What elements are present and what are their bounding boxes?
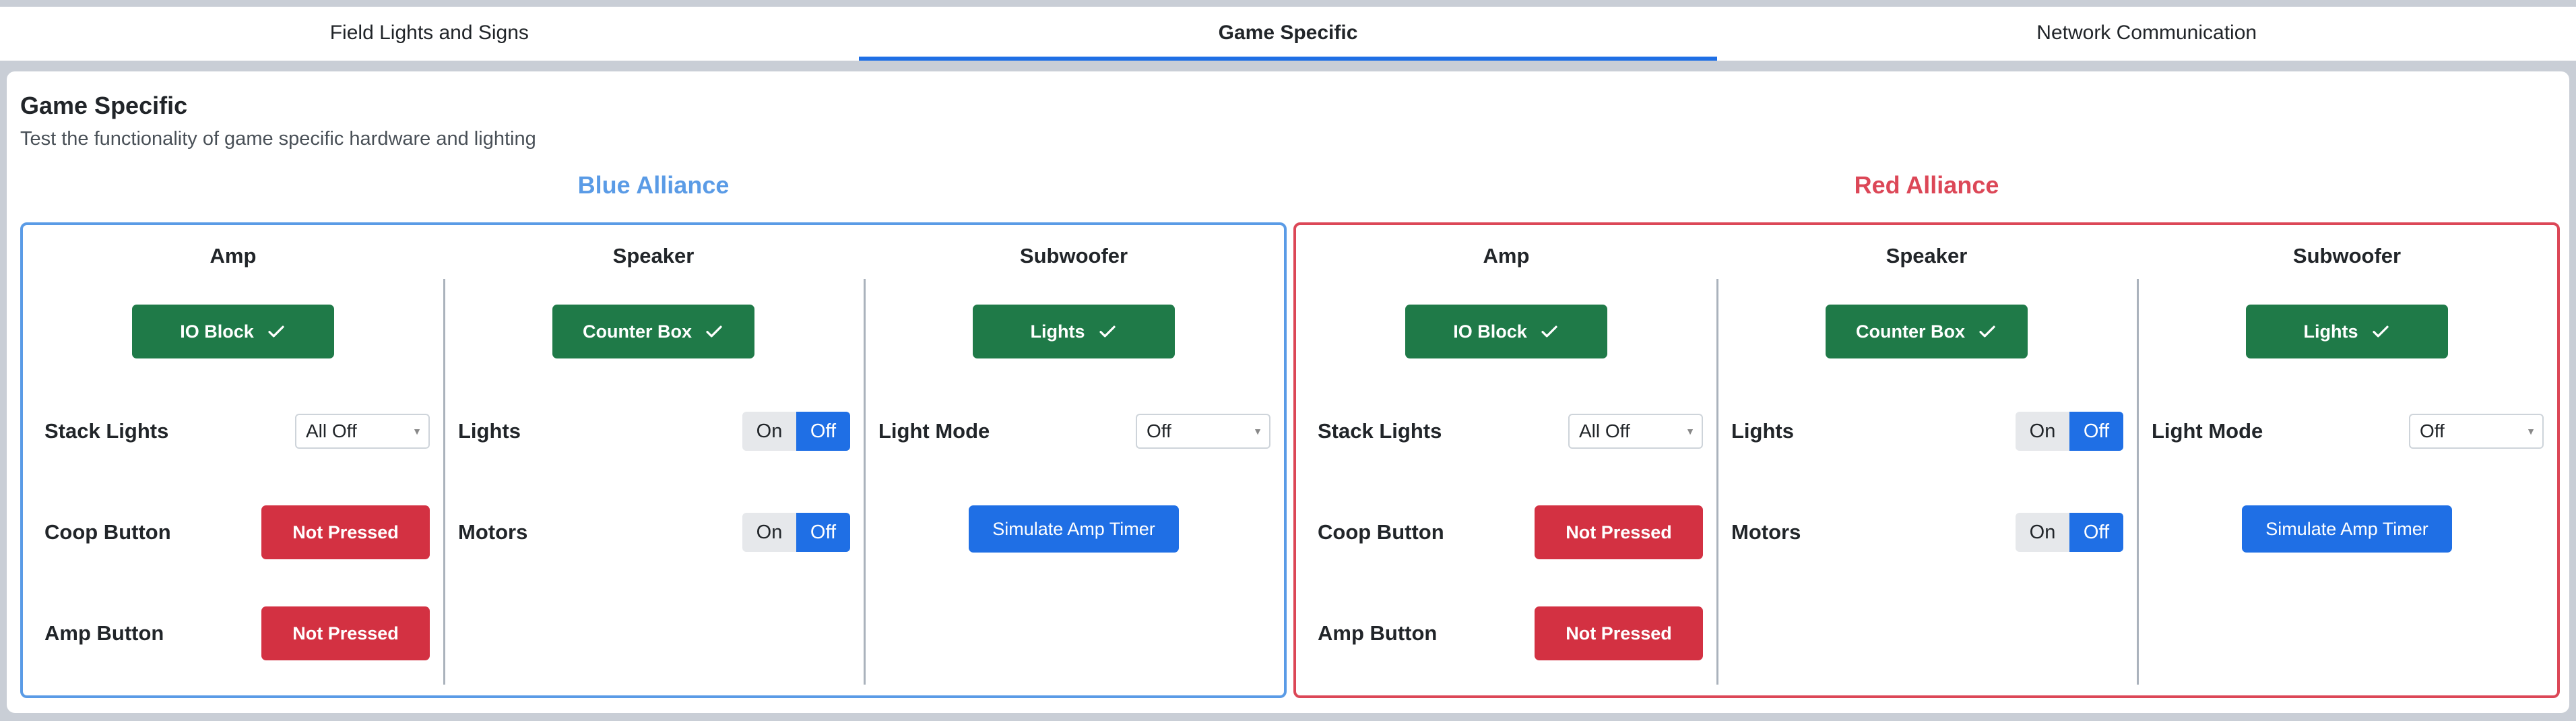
blue-speaker-counter-box-status[interactable]: Counter Box: [552, 305, 754, 358]
blue-subwoofer-column: Subwoofer Lights Light Mode Off ▼ Simula…: [864, 225, 1284, 695]
blue-amp-button-label: Amp Button: [44, 621, 164, 645]
blue-alliance-panel: Amp IO Block Stack Lights All Off ▼ Coop…: [20, 222, 1287, 698]
check-icon: [706, 325, 722, 338]
blue-coop-button-status[interactable]: Not Pressed: [261, 505, 430, 559]
blue-light-mode-select[interactable]: Off ▼: [1136, 414, 1270, 449]
red-speaker-motors-toggle: On Off: [2016, 513, 2123, 552]
chevron-down-icon: ▼: [1685, 426, 1695, 437]
blue-amp-status-label: IO Block: [180, 321, 254, 342]
red-speaker-lights-toggle: On Off: [2016, 412, 2123, 451]
blue-speaker-lights-label: Lights: [458, 419, 521, 443]
blue-light-mode-value: Off: [1147, 420, 1171, 441]
blue-subwoofer-lights-status[interactable]: Lights: [973, 305, 1175, 358]
red-amp-title: Amp: [1483, 244, 1530, 268]
blue-speaker-column: Speaker Counter Box Lights On Off Motors…: [443, 225, 864, 695]
check-icon: [2372, 325, 2389, 338]
red-subwoofer-status-label: Lights: [2303, 321, 2358, 342]
blue-stack-lights-label: Stack Lights: [44, 419, 169, 443]
red-speaker-title: Speaker: [1886, 244, 1968, 268]
red-speaker-lights-on[interactable]: On: [2016, 412, 2069, 451]
red-light-mode-select[interactable]: Off ▼: [2409, 414, 2544, 449]
tab-field-lights-and-signs[interactable]: Field Lights and Signs: [0, 7, 859, 61]
blue-speaker-motors-toggle: On Off: [742, 513, 850, 552]
red-simulate-amp-timer-button[interactable]: Simulate Amp Timer: [2242, 505, 2452, 553]
blue-speaker-motors-label: Motors: [458, 520, 528, 544]
blue-simulate-amp-timer-button[interactable]: Simulate Amp Timer: [969, 505, 1179, 553]
red-subwoofer-lights-status[interactable]: Lights: [2246, 305, 2448, 358]
blue-subwoofer-title: Subwoofer: [1019, 244, 1128, 268]
check-icon: [1541, 325, 1557, 338]
red-amp-io-block-status[interactable]: IO Block: [1405, 305, 1607, 358]
blue-coop-button-label: Coop Button: [44, 520, 171, 544]
red-amp-button-label: Amp Button: [1318, 621, 1438, 645]
red-light-mode-label: Light Mode: [2152, 419, 2263, 443]
blue-light-mode-row: Light Mode Off ▼: [878, 404, 1270, 458]
blue-speaker-lights-toggle: On Off: [742, 412, 850, 451]
red-stack-lights-row: Stack Lights All Off ▼: [1318, 404, 1703, 458]
blue-amp-column: Amp IO Block Stack Lights All Off ▼ Coop…: [23, 225, 443, 695]
red-speaker-motors-row: Motors On Off: [1731, 505, 2123, 559]
page-subtitle: Test the functionality of game specific …: [20, 128, 536, 150]
red-stack-lights-label: Stack Lights: [1318, 419, 1442, 443]
tab-network-communication[interactable]: Network Communication: [1717, 7, 2576, 61]
game-specific-card: Game Specific Test the functionality of …: [7, 71, 2569, 713]
red-speaker-lights-off[interactable]: Off: [2069, 412, 2123, 451]
blue-amp-button-status[interactable]: Not Pressed: [261, 606, 430, 660]
red-light-mode-row: Light Mode Off ▼: [2152, 404, 2544, 458]
red-amp-status-label: IO Block: [1453, 321, 1527, 342]
blue-coop-button-row: Coop Button Not Pressed: [44, 505, 430, 559]
tab-bar: Field Lights and Signs Game Specific Net…: [0, 7, 2576, 61]
blue-amp-io-block-status[interactable]: IO Block: [132, 305, 334, 358]
red-amp-button-status[interactable]: Not Pressed: [1535, 606, 1703, 660]
tab-game-specific[interactable]: Game Specific: [858, 7, 1718, 61]
blue-speaker-lights-off[interactable]: Off: [796, 412, 850, 451]
blue-speaker-lights-on[interactable]: On: [742, 412, 796, 451]
blue-speaker-lights-row: Lights On Off: [458, 404, 850, 458]
chevron-down-icon: ▼: [1253, 426, 1262, 437]
blue-alliance-title: Blue Alliance: [577, 171, 730, 199]
red-stack-lights-select[interactable]: All Off ▼: [1568, 414, 1703, 449]
red-speaker-motors-label: Motors: [1731, 520, 1801, 544]
blue-stack-lights-value: All Off: [306, 420, 357, 441]
red-subwoofer-title: Subwoofer: [2292, 244, 2402, 268]
chevron-down-icon: ▼: [2526, 426, 2536, 437]
blue-speaker-motors-row: Motors On Off: [458, 505, 850, 559]
red-alliance-title: Red Alliance: [1854, 171, 1999, 199]
blue-speaker-motors-off[interactable]: Off: [796, 513, 850, 552]
red-speaker-motors-off[interactable]: Off: [2069, 513, 2123, 552]
red-speaker-status-label: Counter Box: [1856, 321, 1965, 342]
red-subwoofer-column: Subwoofer Lights Light Mode Off ▼ Simula…: [2137, 225, 2557, 695]
red-alliance-panel: Amp IO Block Stack Lights All Off ▼ Coop…: [1293, 222, 2560, 698]
blue-speaker-motors-on[interactable]: On: [742, 513, 796, 552]
red-light-mode-value: Off: [2420, 420, 2445, 441]
blue-stack-lights-select[interactable]: All Off ▼: [295, 414, 430, 449]
check-icon: [268, 325, 284, 338]
red-speaker-counter-box-status[interactable]: Counter Box: [1826, 305, 2028, 358]
chevron-down-icon: ▼: [412, 426, 422, 437]
check-icon: [1099, 325, 1116, 338]
blue-speaker-title: Speaker: [612, 244, 695, 268]
red-coop-button-status[interactable]: Not Pressed: [1535, 505, 1703, 559]
page-title: Game Specific: [20, 92, 188, 119]
check-icon: [1979, 325, 1995, 338]
red-stack-lights-value: All Off: [1579, 420, 1630, 441]
red-coop-button-label: Coop Button: [1318, 520, 1444, 544]
red-speaker-lights-row: Lights On Off: [1731, 404, 2123, 458]
blue-light-mode-label: Light Mode: [878, 419, 990, 443]
red-coop-button-row: Coop Button Not Pressed: [1318, 505, 1703, 559]
red-amp-button-row: Amp Button Not Pressed: [1318, 606, 1703, 660]
blue-stack-lights-row: Stack Lights All Off ▼: [44, 404, 430, 458]
red-amp-column: Amp IO Block Stack Lights All Off ▼ Coop…: [1296, 225, 1716, 695]
blue-speaker-status-label: Counter Box: [583, 321, 692, 342]
red-speaker-motors-on[interactable]: On: [2016, 513, 2069, 552]
red-speaker-lights-label: Lights: [1731, 419, 1794, 443]
blue-subwoofer-status-label: Lights: [1030, 321, 1085, 342]
blue-amp-title: Amp: [210, 244, 257, 268]
blue-amp-button-row: Amp Button Not Pressed: [44, 606, 430, 660]
red-speaker-column: Speaker Counter Box Lights On Off Motors…: [1716, 225, 2137, 695]
